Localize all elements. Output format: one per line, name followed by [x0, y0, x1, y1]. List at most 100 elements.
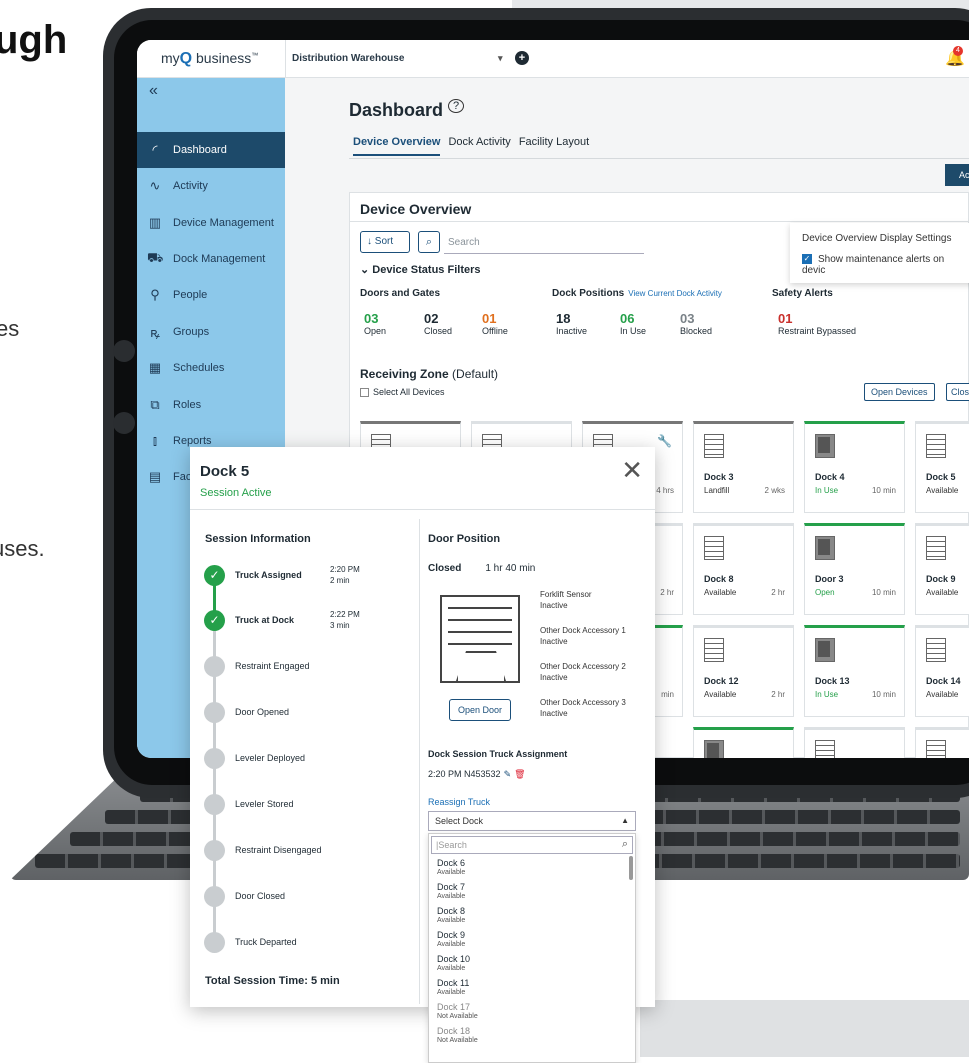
- dropdown-option[interactable]: Dock 9 Available: [437, 930, 465, 950]
- close-icon[interactable]: ✕: [621, 455, 643, 486]
- dropdown-option[interactable]: Dock 18 Not Available: [437, 1026, 478, 1046]
- dock-session-modal: Dock 5 Session Active ✕ Session Informat…: [190, 447, 655, 1063]
- reassign-truck-link[interactable]: Reassign Truck: [428, 797, 490, 807]
- chevron-down-icon: ▾: [498, 53, 503, 63]
- door-icon: [704, 434, 724, 458]
- background-heading: ugh: [0, 18, 68, 62]
- truck-icon: ⛟: [147, 250, 164, 265]
- step-leveler-stored: Leveler Stored: [204, 793, 330, 815]
- notification-badge: 4: [953, 46, 963, 56]
- site-selector[interactable]: Distribution Warehouse ▾: [285, 40, 525, 78]
- stat-offline[interactable]: 01 Offline: [482, 311, 508, 336]
- dropdown-option[interactable]: Dock 6 Available: [437, 858, 465, 878]
- stat-closed[interactable]: 02 Closed: [424, 311, 452, 336]
- dropdown-option[interactable]: Dock 17 Not Available: [437, 1002, 478, 1022]
- device-tile[interactable]: [804, 727, 905, 758]
- stat-restraint-bypassed[interactable]: 01 Restraint Bypassed: [778, 311, 856, 336]
- sidebar-item-people[interactable]: ⚲ People: [137, 277, 285, 313]
- search-icon[interactable]: ⌕: [418, 231, 440, 253]
- search-input[interactable]: Search: [448, 237, 480, 248]
- app-logo[interactable]: myQ business™: [161, 50, 258, 68]
- help-icon[interactable]: ?: [448, 99, 465, 113]
- accessory-item: Other Dock Accessory 1 Inactive: [540, 626, 626, 646]
- group-icon: ꝶ: [150, 325, 160, 340]
- maintenance-alerts-checkbox[interactable]: ✓ Show maintenance alerts on devic: [802, 254, 968, 276]
- device-tile[interactable]: Dock 14 Available: [915, 625, 969, 717]
- settings-title: Device Overview Display Settings: [802, 233, 952, 244]
- sort-button[interactable]: ↓ Sort: [360, 231, 410, 253]
- divider: [190, 509, 655, 510]
- modal-title: Dock 5: [200, 463, 250, 480]
- sidebar-item-activity[interactable]: ∿ Activity: [137, 168, 285, 204]
- device-tile[interactable]: Dock 9 Available: [915, 523, 969, 615]
- select-all-checkbox[interactable]: Select All Devices: [360, 387, 445, 398]
- device-tile[interactable]: Dock 4 In Use 10 min: [804, 421, 905, 513]
- background-block: [640, 1000, 969, 1057]
- stat-blocked[interactable]: 03 Blocked: [680, 311, 712, 336]
- person-icon: ⚲: [150, 287, 160, 302]
- door-icon: [815, 536, 835, 560]
- step-leveler-deployed: Leveler Deployed: [204, 747, 330, 769]
- stat-inactive[interactable]: 18 Inactive: [556, 311, 587, 336]
- assignment-value: 2:20 PM N453532 ✎ 🗑: [428, 769, 526, 779]
- calendar-icon: ▦: [148, 360, 162, 375]
- step-restraint-engaged: Restraint Engaged: [204, 655, 330, 677]
- accessory-item: Other Dock Accessory 2 Inactive: [540, 662, 626, 682]
- check-icon: ✓: [802, 254, 812, 265]
- dropdown-option[interactable]: Dock 11 Available: [437, 978, 469, 998]
- collapse-icon[interactable]: «: [149, 82, 158, 100]
- dock-door-icon: [440, 595, 520, 683]
- sidebar-item-groups[interactable]: ꝶ Groups: [137, 314, 285, 350]
- door-icon: [704, 638, 724, 662]
- device-tile[interactable]: [693, 727, 794, 758]
- add-icon[interactable]: +: [515, 51, 529, 65]
- device-tile[interactable]: Dock 13 In Use 10 min: [804, 625, 905, 717]
- action-button[interactable]: Ac: [945, 164, 969, 186]
- dock-activity-link[interactable]: View Current Dock Activity: [628, 289, 722, 298]
- tab-facility-layout[interactable]: Facility Layout: [519, 136, 589, 156]
- dropdown-option[interactable]: Dock 7 Available: [437, 882, 465, 902]
- device-tile[interactable]: Door 3 Open 10 min: [804, 523, 905, 615]
- device-tile[interactable]: Dock 3 Landfill 2 wks: [693, 421, 794, 513]
- bell-icon[interactable]: 🔔 4: [945, 46, 965, 68]
- dock-select[interactable]: Select Dock ▲: [428, 811, 636, 831]
- chart-icon: ⫾: [152, 433, 158, 448]
- sidebar-item-roles[interactable]: ⧉ Roles: [137, 387, 285, 423]
- door-icon: [926, 740, 946, 758]
- dropdown-search-input[interactable]: |Search ⌕: [431, 836, 633, 854]
- close-devices-button[interactable]: Clos: [946, 383, 969, 401]
- device-tile[interactable]: Dock 5 Available: [915, 421, 969, 513]
- door-icon: [704, 740, 724, 758]
- device-tile[interactable]: Dock 12 Available 2 hr: [693, 625, 794, 717]
- session-status: Session Active: [200, 487, 272, 499]
- background-text: uses.: [0, 536, 45, 561]
- sidebar-item-dashboard[interactable]: ◜ Dashboard: [137, 132, 285, 168]
- zone-title: Receiving Zone (Default): [360, 367, 499, 381]
- pencil-icon[interactable]: ✎: [504, 769, 512, 779]
- step-door-opened: Door Opened: [204, 701, 330, 723]
- scrollbar[interactable]: [629, 856, 633, 880]
- step-truck-assigned: ✓ Truck Assigned 2:20 PM 2 min: [204, 564, 360, 586]
- sidebar-item-device-management[interactable]: ▥ Device Management: [137, 205, 285, 241]
- device-tile[interactable]: [915, 727, 969, 758]
- device-tile[interactable]: Dock 8 Available 2 hr: [693, 523, 794, 615]
- open-devices-button[interactable]: Open Devices: [864, 383, 935, 401]
- dropdown-option[interactable]: Dock 8 Available: [437, 906, 465, 926]
- tab-dock-activity[interactable]: Dock Activity: [448, 136, 510, 156]
- dropdown-option[interactable]: Dock 10 Available: [437, 954, 470, 974]
- sidebar-item-dock-management[interactable]: ⛟ Dock Management: [137, 241, 285, 277]
- sidebar-item-schedules[interactable]: ▦ Schedules: [137, 350, 285, 386]
- dock-dropdown: |Search ⌕ Dock 6 Available Dock 7 Available…: [428, 833, 636, 1063]
- trash-icon[interactable]: 🗑: [514, 769, 525, 779]
- pulse-icon: ∿: [149, 178, 161, 193]
- group-safety: Safety Alerts: [772, 288, 833, 299]
- stat-in-use[interactable]: 06 In Use: [620, 311, 646, 336]
- open-door-button[interactable]: Open Door: [449, 699, 511, 721]
- building-icon: ▥: [148, 215, 162, 230]
- roles-icon: ⧉: [150, 397, 160, 412]
- divider: [419, 519, 420, 1004]
- tab-device-overview[interactable]: Device Overview: [353, 136, 441, 156]
- page-title: Dashboard ?: [349, 99, 465, 121]
- filters-heading[interactable]: ⌄ Device Status Filters: [360, 263, 481, 276]
- stat-open[interactable]: 03 Open: [364, 311, 386, 336]
